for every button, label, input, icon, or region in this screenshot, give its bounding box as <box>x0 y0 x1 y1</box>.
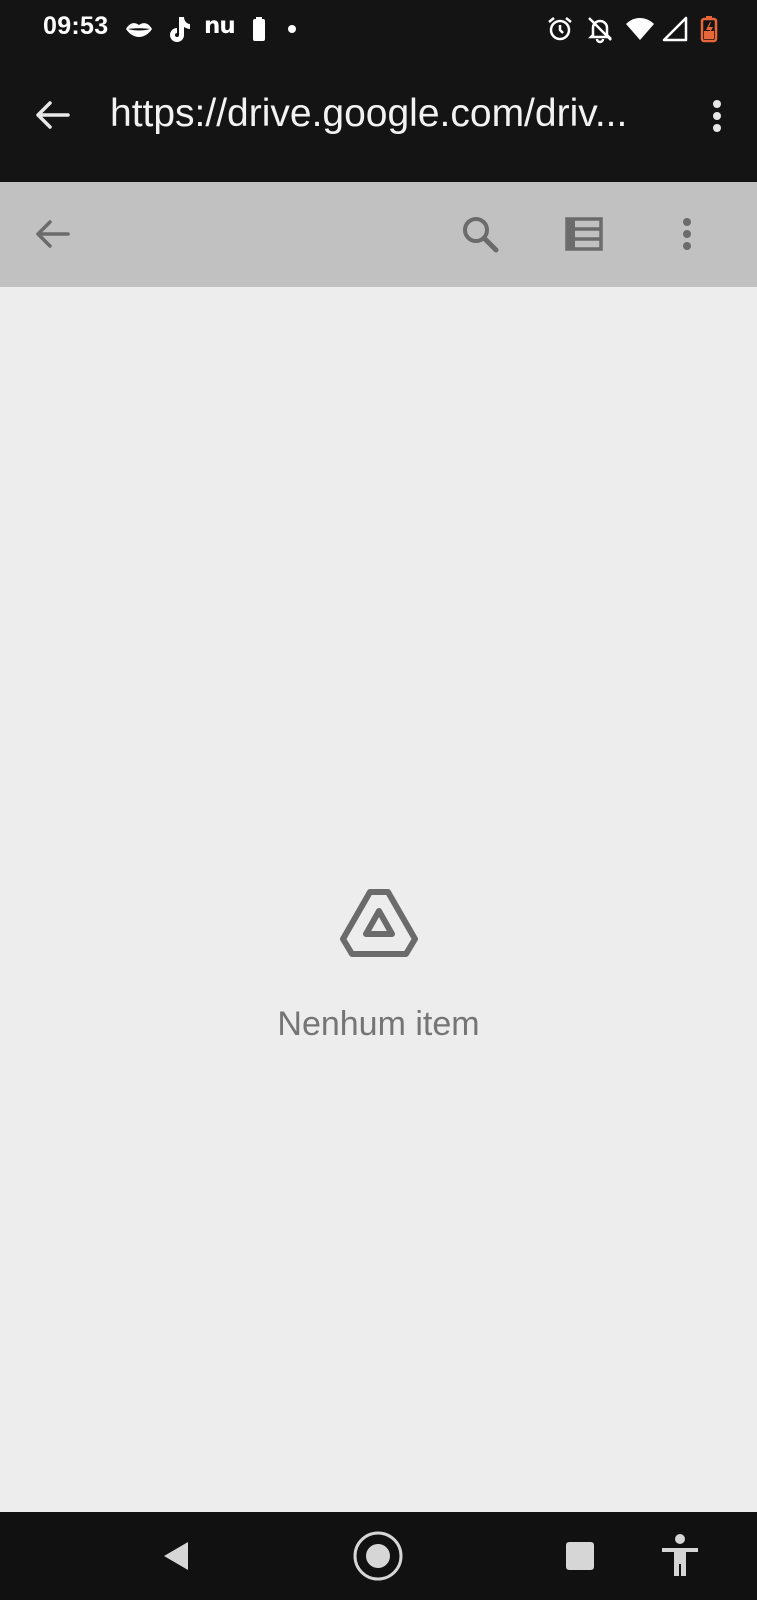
nav-recents-icon <box>566 1542 594 1570</box>
system-nav-bar <box>0 1512 757 1600</box>
empty-state-message: Nenhum item <box>277 1005 480 1043</box>
nav-back-icon <box>164 1542 188 1570</box>
wifi-icon <box>625 14 655 44</box>
accessibility-icon <box>662 1534 698 1576</box>
nu-icon: nu <box>204 13 236 39</box>
toolbar-back-button[interactable] <box>28 210 76 258</box>
nav-back-button[interactable] <box>150 1530 202 1582</box>
lips-icon <box>124 14 154 44</box>
url-back-button[interactable] <box>30 93 74 137</box>
battery-icon <box>694 14 724 44</box>
search-button[interactable] <box>456 210 504 258</box>
browser-url-bar: https://drive.google.com/driv... <box>0 62 757 182</box>
status-time: 09:53 <box>43 12 109 40</box>
nav-home-button[interactable] <box>352 1530 404 1582</box>
file-list-area: Nenhum item <box>0 287 757 1512</box>
battery-saver-icon <box>246 14 276 44</box>
alarm-icon <box>545 14 575 44</box>
more-options-button[interactable] <box>663 210 711 258</box>
signal-icon <box>660 14 690 44</box>
nav-recents-button[interactable] <box>554 1530 606 1582</box>
status-bar: 09:53 nu <box>0 0 757 62</box>
dot-icon <box>282 14 312 44</box>
nav-home-icon <box>353 1531 403 1581</box>
more-vert-icon <box>683 218 691 250</box>
notifications-off-icon <box>585 14 615 44</box>
arrow-back-icon <box>36 220 70 248</box>
list-view-button[interactable] <box>560 210 608 258</box>
drive-toolbar <box>0 182 757 287</box>
list-view-icon <box>565 217 603 251</box>
url-text[interactable]: https://drive.google.com/driv... <box>110 92 670 136</box>
tiktok-icon <box>164 14 194 44</box>
search-icon <box>463 217 499 253</box>
accessibility-button[interactable] <box>654 1530 706 1582</box>
drive-logo-icon <box>338 887 420 959</box>
browser-menu-button[interactable] <box>700 94 734 138</box>
more-vert-icon <box>713 100 721 132</box>
arrow-back-icon <box>36 101 70 129</box>
